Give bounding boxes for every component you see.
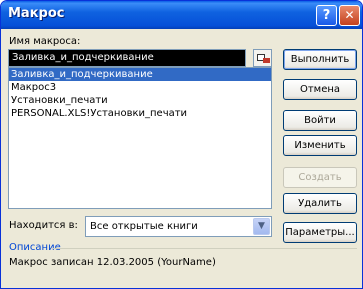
- collapse-dialog-button[interactable]: [253, 49, 272, 67]
- description-text: Макрос записан 12.03.2005 (YourName): [9, 257, 216, 268]
- run-button[interactable]: Выполнить: [283, 49, 357, 70]
- help-button[interactable]: ?: [316, 5, 337, 26]
- description-divider: [53, 248, 357, 249]
- cancel-button[interactable]: Отмена: [283, 79, 357, 100]
- title-bar[interactable]: Макрос ? ✕: [1, 1, 362, 29]
- location-label: Находится в:: [9, 220, 78, 231]
- close-button[interactable]: ✕: [339, 5, 360, 26]
- macro-list-item[interactable]: Установки_печати: [9, 94, 271, 107]
- macro-list-item[interactable]: PERSONAL.XLS!Установки_печати: [9, 107, 271, 120]
- chevron-down-icon[interactable]: ▼: [253, 218, 270, 235]
- edit-button[interactable]: Изменить: [283, 135, 357, 156]
- delete-button[interactable]: Удалить: [283, 193, 357, 214]
- step-into-button[interactable]: Войти: [283, 110, 357, 131]
- macro-dialog: Макрос ? ✕ Имя макроса: Заливка_и_подчер…: [0, 0, 363, 289]
- options-button[interactable]: Параметры...: [283, 222, 357, 243]
- macro-list-item[interactable]: Заливка_и_подчеркивание: [9, 68, 271, 81]
- range-picker-arrow-icon: [263, 58, 270, 63]
- macro-name-label: Имя макроса:: [9, 36, 81, 47]
- location-select[interactable]: Все открытые книги ▼: [85, 216, 272, 237]
- create-button: Создать: [283, 167, 357, 188]
- macro-name-input[interactable]: Заливка_и_подчеркивание: [8, 49, 246, 67]
- macro-list-item[interactable]: Макрос3: [9, 81, 271, 94]
- dialog-title: Макрос: [8, 6, 65, 21]
- location-value: Все открытые книги: [90, 221, 198, 232]
- macro-list[interactable]: Заливка_и_подчеркивание Макрос3 Установк…: [8, 67, 272, 209]
